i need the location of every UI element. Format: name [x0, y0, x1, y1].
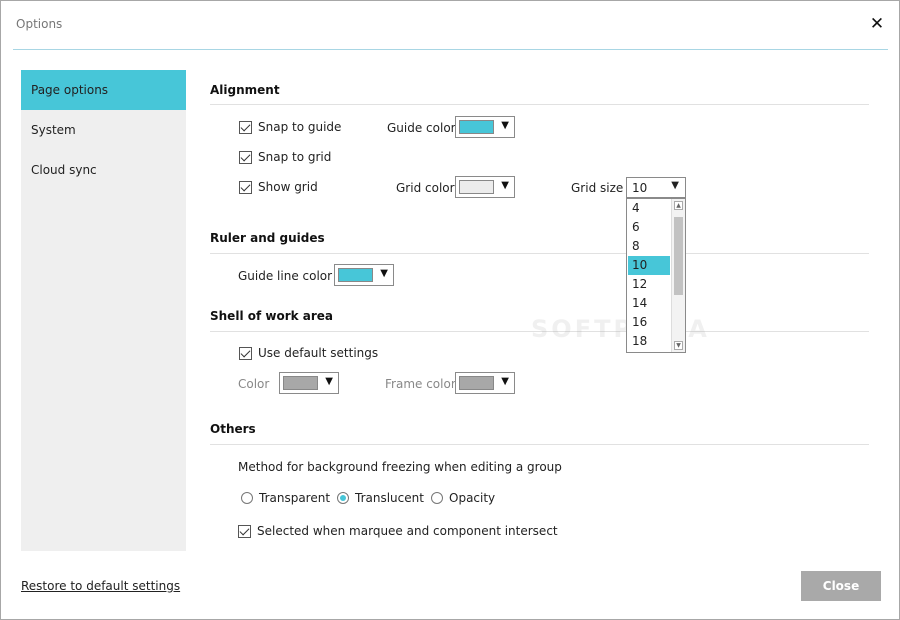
section-title-shell: Shell of work area [210, 309, 334, 323]
color-swatch [459, 120, 494, 134]
chevron-down-icon: ▼ [501, 180, 509, 191]
radio-opacity[interactable]: Opacity [431, 489, 495, 507]
sidebar-item-cloud-sync[interactable]: Cloud sync [21, 150, 186, 190]
checkbox-label: Snap to grid [258, 150, 332, 164]
snap-to-guide-checkbox[interactable]: Snap to guide [239, 118, 341, 136]
checkmark-icon [238, 524, 251, 538]
sidebar-item-label: System [31, 123, 76, 137]
guide-color-picker[interactable]: ▼ [455, 116, 515, 138]
dropdown-option[interactable]: 14 [628, 294, 670, 313]
grid-color-label: Grid color [396, 181, 455, 195]
guide-line-color-label: Guide line color [238, 269, 333, 283]
section-title-ruler: Ruler and guides [210, 231, 325, 245]
guide-color-label: Guide color [387, 121, 456, 135]
marquee-intersect-checkbox[interactable]: Selected when marquee and component inte… [238, 522, 558, 540]
frame-color-label: Frame color [385, 377, 456, 391]
dropdown-option[interactable]: 16 [628, 313, 670, 332]
sidebar: Page options System Cloud sync [21, 70, 186, 551]
dropdown-scrollbar[interactable]: ▲ ▼ [671, 199, 685, 352]
radio-button [431, 492, 443, 504]
color-swatch [283, 376, 318, 390]
guide-line-color-picker[interactable]: ▼ [334, 264, 394, 286]
scrollbar-thumb[interactable] [674, 217, 683, 295]
dropdown-option[interactable]: 6 [628, 218, 670, 237]
section-divider [210, 104, 869, 105]
section-title-others: Others [210, 422, 256, 436]
dropdown-option[interactable]: 4 [628, 199, 670, 218]
section-title-alignment: Alignment [210, 83, 280, 97]
checkmark-icon [239, 120, 252, 134]
color-swatch [459, 376, 494, 390]
frame-color-picker[interactable]: ▼ [455, 372, 515, 394]
radio-transparent[interactable]: Transparent [241, 489, 330, 507]
sidebar-item-label: Page options [31, 83, 109, 97]
scroll-down-icon[interactable]: ▼ [674, 341, 683, 350]
checkbox-label: Selected when marquee and component inte… [257, 524, 558, 538]
radio-label: Translucent [355, 491, 424, 505]
freeze-method-label: Method for background freezing when edit… [238, 460, 562, 474]
dialog-title: Options [16, 17, 63, 31]
dropdown-option-selected[interactable]: 10 [628, 256, 670, 275]
grid-size-select[interactable]: 10 ▼ [626, 177, 686, 198]
checkbox-label: Show grid [258, 180, 318, 194]
dropdown-option[interactable]: 8 [628, 237, 670, 256]
snap-to-grid-checkbox[interactable]: Snap to grid [239, 148, 331, 166]
sidebar-item-page-options[interactable]: Page options [21, 70, 186, 110]
radio-label: Transparent [259, 491, 331, 505]
checkbox-label: Snap to guide [258, 120, 342, 134]
radio-translucent[interactable]: Translucent [337, 489, 424, 507]
checkmark-icon [239, 150, 252, 164]
grid-color-picker[interactable]: ▼ [455, 176, 515, 198]
chevron-down-icon: ▼ [671, 180, 679, 191]
chevron-down-icon: ▼ [501, 376, 509, 387]
restore-defaults-link[interactable]: Restore to default settings [21, 579, 180, 593]
grid-size-value: 10 [632, 181, 648, 195]
close-button[interactable]: Close [801, 571, 881, 601]
grid-size-label: Grid size [571, 181, 624, 195]
title-divider [13, 49, 888, 50]
grid-size-dropdown-list[interactable]: 4 6 8 10 12 14 16 18 ▲ ▼ [626, 198, 686, 353]
chevron-down-icon: ▼ [325, 376, 333, 387]
title-bar: Options ✕ [1, 1, 899, 49]
checkmark-icon [239, 346, 252, 360]
radio-button [337, 492, 349, 504]
close-icon[interactable]: ✕ [867, 13, 887, 35]
sidebar-item-label: Cloud sync [31, 163, 97, 177]
checkbox-label: Use default settings [258, 346, 379, 360]
scroll-up-icon[interactable]: ▲ [674, 201, 683, 210]
section-divider [210, 331, 869, 332]
use-default-settings-checkbox[interactable]: Use default settings [239, 344, 378, 362]
dropdown-option[interactable]: 12 [628, 275, 670, 294]
radio-button [241, 492, 253, 504]
chevron-down-icon: ▼ [501, 120, 509, 131]
section-divider [210, 253, 869, 254]
checkmark-icon [239, 180, 252, 194]
color-swatch [459, 180, 494, 194]
sidebar-item-system[interactable]: System [21, 110, 186, 150]
shell-color-picker[interactable]: ▼ [279, 372, 339, 394]
radio-label: Opacity [449, 491, 496, 505]
chevron-down-icon: ▼ [380, 268, 388, 279]
shell-color-label: Color [238, 377, 270, 391]
color-swatch [338, 268, 373, 282]
section-divider [210, 444, 869, 445]
options-dialog: Options ✕ Page options System Cloud sync… [0, 0, 900, 620]
show-grid-checkbox[interactable]: Show grid [239, 178, 318, 196]
dropdown-option[interactable]: 18 [628, 332, 670, 351]
